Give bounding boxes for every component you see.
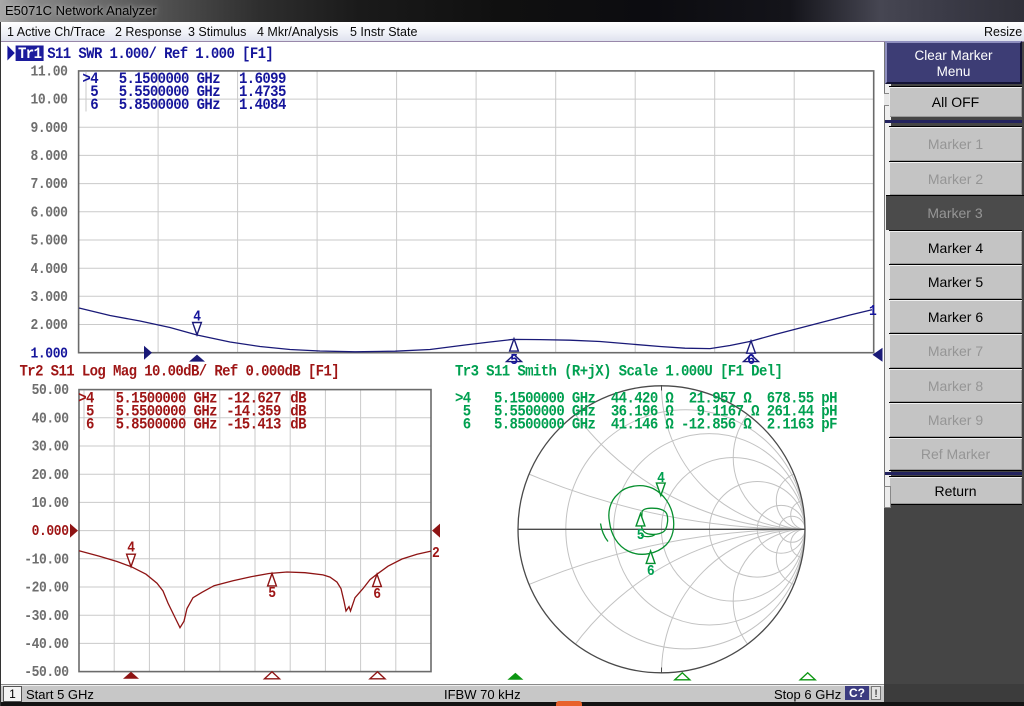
svg-text:6: 6 bbox=[86, 417, 94, 434]
svg-text:-50.00: -50.00 bbox=[24, 666, 69, 682]
svg-text:-40.00: -40.00 bbox=[24, 638, 69, 654]
svg-text:Tr3 S11 Smith (R+jX) Scale 1.0: Tr3 S11 Smith (R+jX) Scale 1.000U [F1 De… bbox=[455, 364, 782, 381]
svg-text:5.8500000 GHz: 5.8500000 GHz bbox=[116, 417, 217, 434]
svg-text:0.000: 0.000 bbox=[32, 525, 69, 541]
svg-text:5.000: 5.000 bbox=[31, 234, 68, 250]
svg-text:30.00: 30.00 bbox=[32, 440, 69, 456]
svg-text:4.000: 4.000 bbox=[31, 262, 68, 278]
svg-text:-15.413: -15.413 bbox=[226, 417, 281, 434]
svg-text:-10.00: -10.00 bbox=[24, 553, 69, 569]
svg-text:1.000: 1.000 bbox=[31, 347, 68, 363]
svg-text:6 5.8500000 GHz 41.146 Ω -1: 6 5.8500000 GHz 41.146 Ω -12.856 Ω 2.116… bbox=[455, 417, 837, 434]
svg-text:4: 4 bbox=[127, 541, 135, 557]
svg-text:dB: dB bbox=[290, 417, 306, 434]
svg-text:4: 4 bbox=[193, 310, 201, 326]
svg-text:11.00: 11.00 bbox=[31, 65, 68, 81]
svg-text:S11 SWR 1.000/ Ref 1.000 [F1]: S11 SWR 1.000/ Ref 1.000 [F1] bbox=[47, 46, 273, 63]
svg-text:Tr2 S11 Log Mag 10.00dB/ Ref 0: Tr2 S11 Log Mag 10.00dB/ Ref 0.000dB [F1… bbox=[20, 364, 340, 381]
svg-text:6: 6 bbox=[90, 98, 98, 115]
svg-text:Tr1: Tr1 bbox=[18, 46, 42, 63]
svg-text:6: 6 bbox=[647, 565, 655, 581]
svg-text:-30.00: -30.00 bbox=[24, 609, 69, 625]
svg-text:5: 5 bbox=[637, 529, 645, 545]
svg-text:1.4084: 1.4084 bbox=[239, 98, 287, 115]
svg-text:20.00: 20.00 bbox=[32, 468, 69, 484]
svg-text:5: 5 bbox=[268, 587, 276, 603]
svg-text:10.00: 10.00 bbox=[32, 497, 69, 513]
svg-text:6: 6 bbox=[373, 588, 381, 604]
svg-text:7.000: 7.000 bbox=[31, 178, 68, 194]
svg-text:50.00: 50.00 bbox=[32, 384, 69, 400]
svg-text:40.00: 40.00 bbox=[32, 412, 69, 428]
svg-text:8.000: 8.000 bbox=[31, 150, 68, 166]
svg-text:9.000: 9.000 bbox=[31, 121, 68, 137]
svg-text:-20.00: -20.00 bbox=[24, 581, 69, 597]
svg-text:2.000: 2.000 bbox=[31, 319, 68, 335]
svg-text:1: 1 bbox=[869, 305, 877, 321]
svg-text:4: 4 bbox=[657, 472, 665, 488]
svg-text:6.000: 6.000 bbox=[31, 206, 68, 222]
svg-text:5.8500000 GHz: 5.8500000 GHz bbox=[119, 98, 220, 115]
svg-text:3.000: 3.000 bbox=[31, 290, 68, 306]
svg-text:2: 2 bbox=[432, 547, 440, 563]
svg-text:10.00: 10.00 bbox=[31, 93, 68, 109]
